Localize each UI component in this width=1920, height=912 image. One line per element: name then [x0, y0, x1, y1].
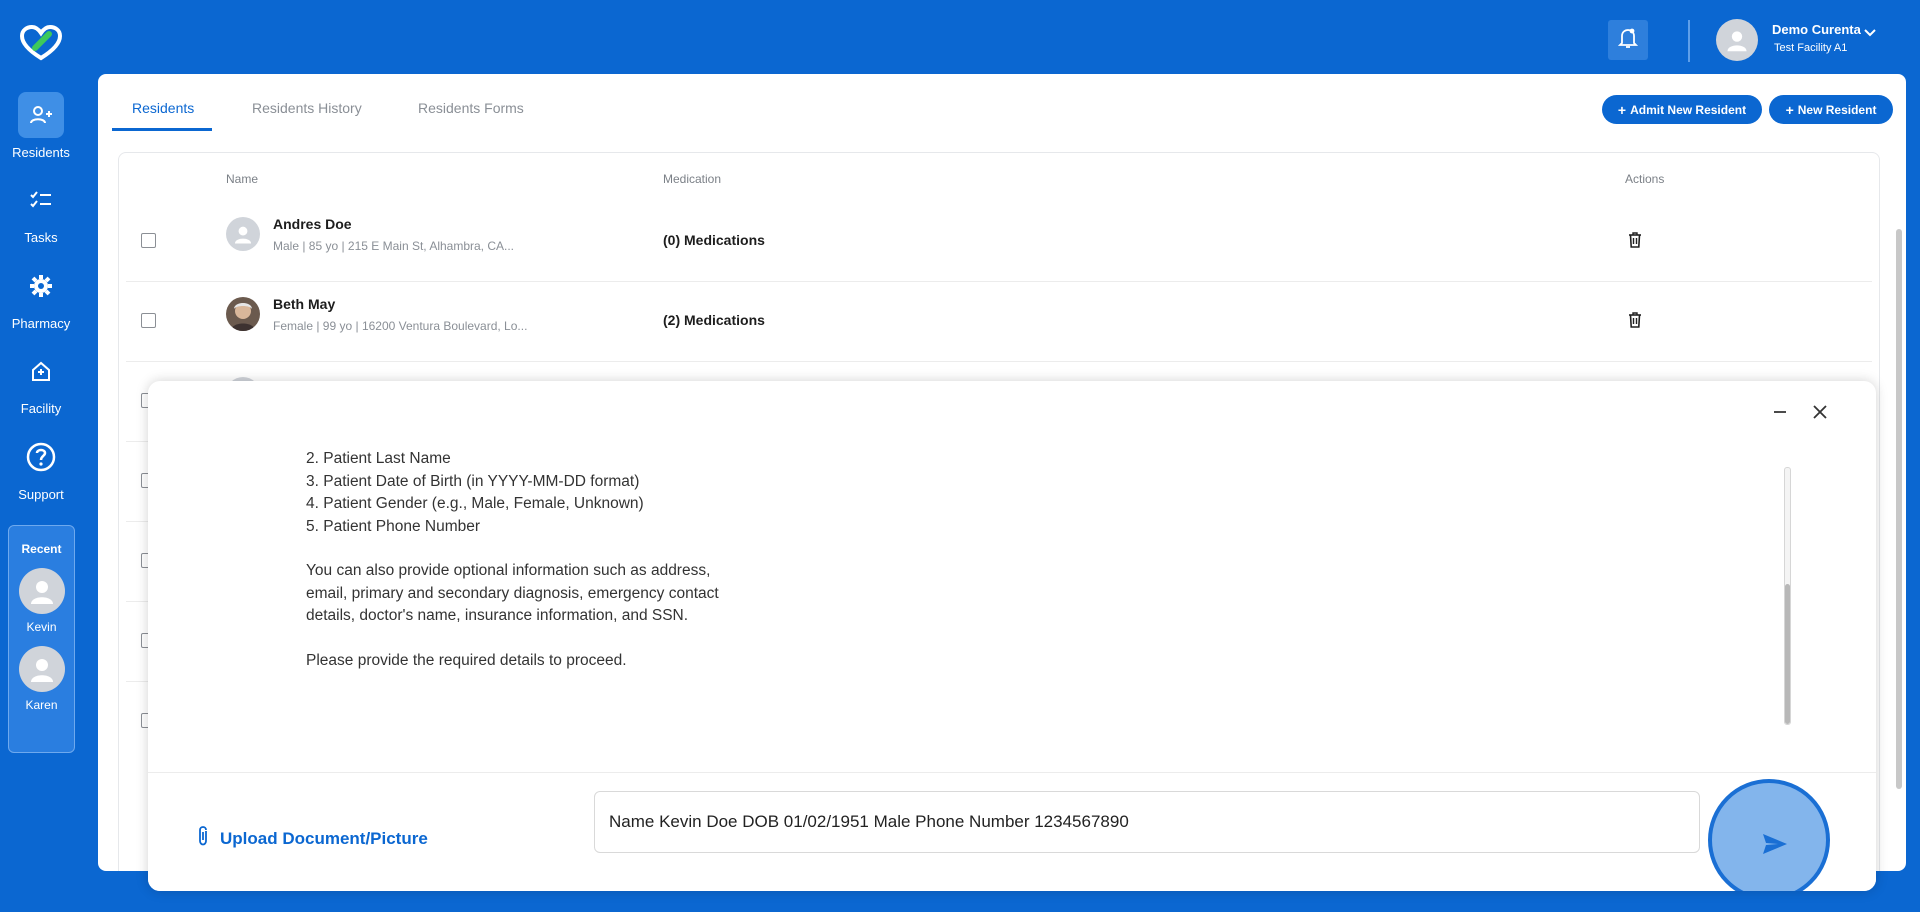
- message-line: Please provide the required details to p…: [306, 651, 627, 669]
- facility-icon: [18, 348, 64, 394]
- table-scrollbar[interactable]: [1896, 229, 1902, 789]
- tasks-icon: [18, 177, 64, 223]
- recent-person-label: Kevin: [26, 620, 57, 634]
- header-divider: [1688, 20, 1690, 62]
- message-line: email, primary and secondary diagnosis, …: [306, 584, 719, 602]
- plus-icon: +: [1617, 101, 1627, 118]
- sidebar-item-facility[interactable]: Facility: [0, 348, 82, 416]
- row-checkbox[interactable]: [141, 233, 156, 248]
- resident-details: Male | 85 yo | 215 E Main St, Alhambra, …: [273, 239, 515, 253]
- sidebar-item-pharmacy[interactable]: Pharmacy: [0, 263, 82, 331]
- avatar: [18, 646, 65, 692]
- sidebar: Residents Tasks Pharmacy Facility Suppor…: [0, 0, 82, 912]
- recent-panel: Recent Kevin Karen: [8, 525, 75, 753]
- chat-input[interactable]: [594, 791, 1700, 853]
- row-divider: [126, 361, 1872, 362]
- sidebar-item-label: Tasks: [24, 230, 58, 245]
- new-resident-button[interactable]: + New Resident: [1769, 95, 1893, 124]
- assistant-message: 2. Patient Last Name 3. Patient Date of …: [306, 450, 1606, 672]
- sidebar-item-label: Support: [18, 487, 64, 502]
- resident-medications[interactable]: (2) Medications: [663, 312, 765, 328]
- residents-icon: [18, 92, 64, 138]
- message-line: 5. Patient Phone Number: [306, 517, 481, 535]
- sidebar-item-residents[interactable]: Residents: [0, 92, 82, 160]
- recent-title: Recent: [21, 542, 62, 556]
- chevron-down-icon[interactable]: [1864, 24, 1876, 42]
- active-tab-indicator: [112, 128, 212, 131]
- dialog-scrollbar-thumb[interactable]: [1785, 584, 1790, 724]
- send-icon: [1762, 833, 1788, 860]
- tab-residents[interactable]: Residents: [132, 100, 194, 116]
- tab-residents-history[interactable]: Residents History: [252, 100, 362, 116]
- resident-name[interactable]: Beth May: [273, 296, 335, 312]
- row-divider: [126, 281, 1872, 282]
- message-line: 4. Patient Gender (e.g., Male, Female, U…: [306, 495, 644, 512]
- upload-document-button[interactable]: Upload Document/Picture: [196, 825, 428, 852]
- plus-icon: +: [1785, 101, 1794, 118]
- admit-new-resident-label: Admit New Resident: [1630, 102, 1747, 117]
- user-facility: Test Facility A1: [1774, 42, 1848, 54]
- sidebar-item-support[interactable]: Support: [0, 434, 82, 502]
- resident-details: Female | 99 yo | 16200 Ventura Boulevard…: [273, 319, 528, 333]
- gear-icon: [18, 263, 64, 309]
- close-icon[interactable]: [1810, 402, 1830, 422]
- admit-new-resident-button[interactable]: + Admit New Resident: [1602, 95, 1762, 124]
- resident-medications[interactable]: (0) Medications: [663, 232, 765, 248]
- message-line: details, doctor's name, insurance inform…: [306, 607, 689, 624]
- column-header-actions: Actions: [1625, 172, 1665, 186]
- avatar: [18, 568, 65, 614]
- sidebar-item-tasks[interactable]: Tasks: [0, 177, 82, 245]
- app-logo[interactable]: [18, 24, 64, 62]
- chat-dialog: 2. Patient Last Name 3. Patient Date of …: [148, 381, 1876, 891]
- avatar: [226, 217, 260, 251]
- tab-residents-forms[interactable]: Residents Forms: [418, 100, 524, 116]
- column-header-medication: Medication: [663, 172, 722, 186]
- message-line: 3. Patient Date of Birth (in YYYY-MM-DD …: [306, 472, 640, 490]
- column-header-name: Name: [226, 172, 259, 186]
- sidebar-item-label: Pharmacy: [11, 316, 71, 331]
- sidebar-item-label: Facility: [20, 401, 62, 416]
- row-checkbox[interactable]: [141, 313, 156, 328]
- recent-person-karen[interactable]: Karen: [9, 646, 74, 712]
- delete-icon[interactable]: [1628, 312, 1642, 333]
- bell-icon: [1617, 27, 1639, 54]
- resident-name[interactable]: Andres Doe: [273, 216, 352, 232]
- recent-person-label: Karen: [25, 698, 58, 712]
- minimize-icon[interactable]: [1770, 402, 1790, 422]
- upload-label: Upload Document/Picture: [220, 828, 428, 848]
- paperclip-icon: [196, 825, 210, 852]
- send-button[interactable]: [1758, 829, 1792, 863]
- user-name[interactable]: Demo Curenta: [1772, 22, 1861, 37]
- avatar: [226, 297, 260, 331]
- sidebar-item-label: Residents: [12, 145, 70, 160]
- user-avatar[interactable]: [1716, 19, 1758, 61]
- new-resident-label: New Resident: [1797, 102, 1877, 117]
- notifications-button[interactable]: [1608, 20, 1648, 60]
- message-line: 2. Patient Last Name: [306, 450, 451, 467]
- recent-person-kevin[interactable]: Kevin: [9, 568, 74, 634]
- help-icon: [18, 434, 64, 480]
- message-line: You can also provide optional informatio…: [306, 562, 711, 579]
- delete-icon[interactable]: [1628, 232, 1642, 253]
